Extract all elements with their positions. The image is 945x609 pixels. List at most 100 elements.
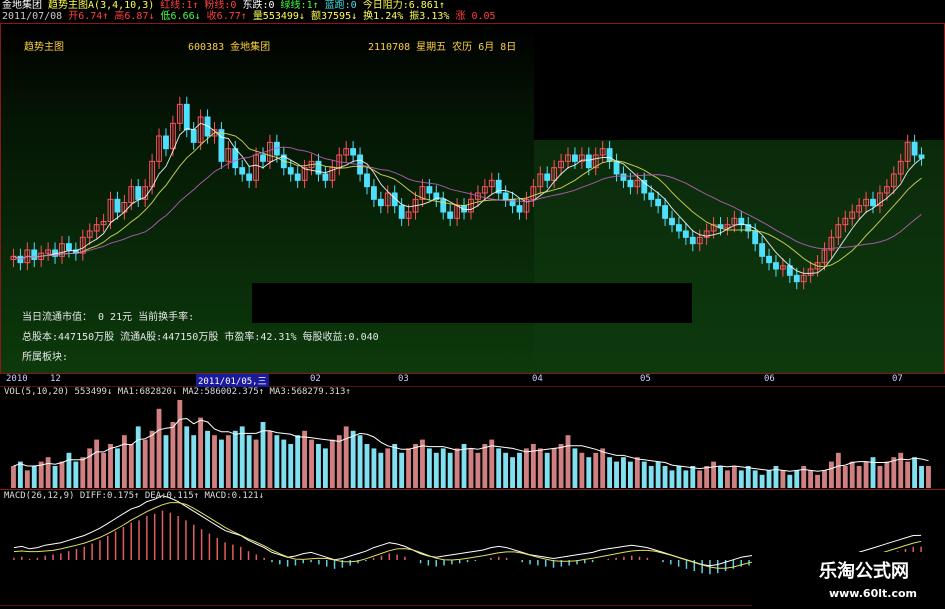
volume-bar (510, 457, 515, 488)
volume-bar (863, 461, 869, 488)
candle-body (752, 230, 759, 245)
candle-body (31, 249, 38, 260)
volume-bar (683, 470, 689, 488)
volume-bar (697, 470, 703, 488)
x-tick-label: 02 (310, 374, 321, 384)
volume-bar (468, 448, 474, 488)
volume-bar (128, 444, 134, 488)
volume-bar (246, 435, 252, 488)
volume-bar (496, 448, 502, 488)
info-row-2: 总股本:447150万股 流通A股:447150万股 市盈率:42.31% 每股… (22, 332, 379, 343)
candle-body (398, 205, 405, 219)
volume-bar (815, 474, 820, 488)
vol-header: VOL(5,10,20) 553499↓ MA1:682820↓ MA2:586… (4, 387, 351, 397)
candle-body (447, 211, 454, 219)
volume-bar (108, 444, 113, 488)
volume-bar (357, 435, 363, 488)
volume-bar (461, 444, 467, 488)
volume-bar (718, 466, 723, 488)
candle-body (260, 154, 266, 162)
volume-bar (905, 461, 911, 488)
volume-bar (45, 457, 51, 488)
candle-body (544, 173, 551, 181)
price-chart-panel[interactable] (0, 0, 945, 609)
candle-body (135, 186, 142, 200)
candle-body (377, 198, 384, 207)
x-tick-label: 04 (532, 374, 543, 384)
volume-bar (59, 461, 65, 488)
candle-body (114, 198, 121, 213)
volume-bar (406, 448, 412, 488)
volume-bar (579, 452, 585, 488)
volume-bar (218, 439, 224, 488)
volume-bar (676, 466, 682, 488)
volume-bar (655, 461, 661, 488)
volume-bar (198, 417, 204, 488)
volume-bar (212, 435, 217, 488)
candle-body (65, 243, 72, 251)
volume-bar (725, 470, 730, 488)
volume-bars-layer (11, 400, 931, 488)
volume-bar (877, 466, 883, 488)
volume-bar (669, 470, 675, 488)
volume-bar (191, 435, 197, 488)
candle-body (426, 186, 433, 194)
volume-bar (600, 448, 606, 488)
volume-bar (121, 435, 127, 488)
volume-bar (392, 444, 398, 488)
candle-body (793, 274, 800, 283)
candle-body (370, 186, 377, 200)
candle-body (613, 160, 620, 175)
volume-bar (884, 461, 890, 488)
volume-bar (711, 461, 717, 488)
volume-bar (149, 430, 155, 488)
volume-bar (822, 470, 827, 488)
volume-bar (80, 457, 86, 488)
volume-bar (842, 466, 848, 488)
volume-bar (489, 439, 495, 488)
volume-bar (24, 470, 30, 488)
candle-body (218, 129, 225, 162)
volume-bar (572, 448, 578, 488)
volume-bar (766, 470, 772, 488)
volume-bar (295, 435, 301, 488)
volume-bar (738, 470, 744, 488)
candle-body (627, 179, 634, 188)
macd-header: MACD(26,12,9) DIFF:0.175↑ DEA:0.115↑ MAC… (4, 491, 265, 501)
info-row-1: 当日流通市值： 0 21元 当前换手率: (22, 312, 195, 323)
x-tick-label: 2010 (6, 374, 28, 384)
volume-bar (309, 439, 314, 488)
volume-bar (364, 444, 370, 488)
volume-bar (690, 466, 696, 488)
candle-body (585, 154, 592, 169)
candle-body (516, 205, 523, 213)
volume-bar (704, 466, 710, 488)
volume-bar (267, 430, 273, 488)
volume-bar (336, 435, 342, 488)
x-tick-label: 12 (50, 374, 61, 384)
stock-code-name: 600383 金地集团 (188, 42, 271, 53)
volume-bar (565, 435, 571, 488)
volume-bar (371, 448, 377, 488)
volume-bar (586, 457, 592, 488)
x-axis: 2010 12 2011/01/05,三 02 03 04 05 06 07 (0, 373, 945, 387)
volume-bar (343, 426, 349, 488)
volume-bar (835, 452, 841, 488)
volume-bar (31, 466, 37, 488)
candle-body (766, 255, 772, 264)
volume-bar (420, 439, 425, 488)
volume-bar (399, 452, 405, 488)
volume-bar (205, 430, 210, 488)
watermark-url: www.60lt.com (828, 587, 917, 600)
candle-body (675, 224, 682, 232)
volume-bar (413, 444, 418, 488)
volume-bar (17, 461, 23, 488)
date-info: 2110708 星期五 农历 6月 8日 (368, 42, 517, 53)
volume-bar (440, 448, 446, 488)
candle-body (350, 148, 357, 156)
candle-body (232, 148, 239, 169)
volume-bar (912, 457, 918, 488)
candle-body (572, 154, 578, 162)
indicator-title: 趋势主图 (24, 42, 64, 53)
volume-bar (426, 448, 432, 488)
